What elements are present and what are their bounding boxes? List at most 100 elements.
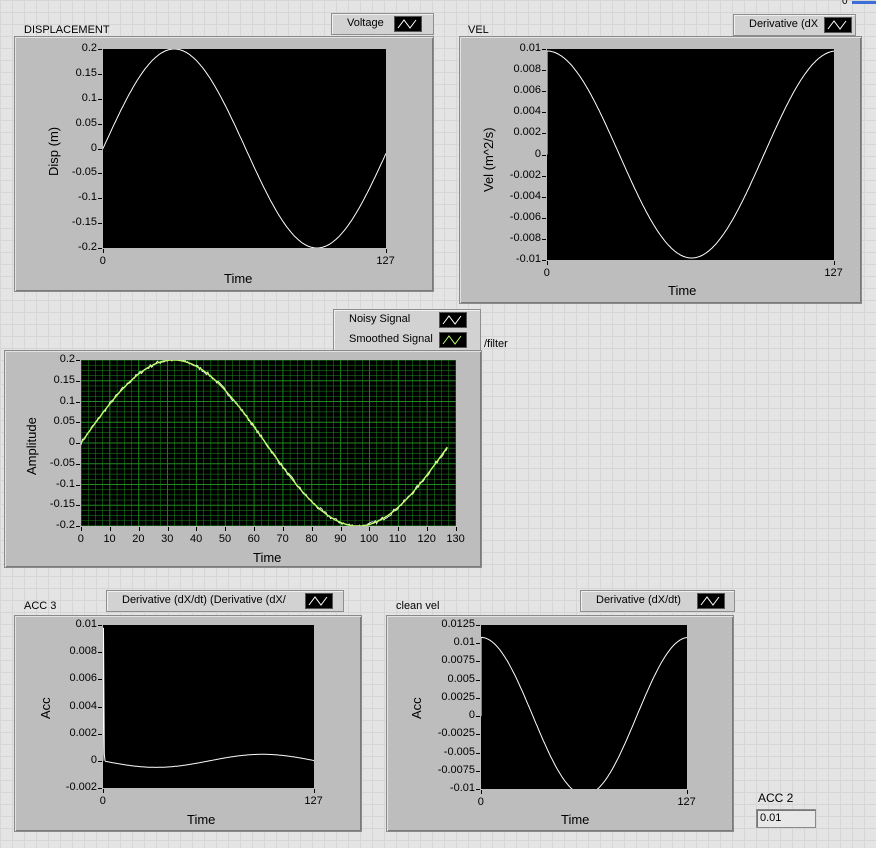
top-right-scale-marker — [852, 1, 876, 4]
acc2-label: ACC 2 — [758, 791, 794, 805]
legend-entry[interactable]: Derivative (dX/dt) (Derivative (dX/ — [107, 591, 343, 611]
y-tick-mark — [76, 443, 80, 444]
x-tick-label: 80 — [305, 533, 318, 545]
plot-swatch-icon — [394, 16, 422, 32]
acc3-plot-area[interactable] — [103, 625, 314, 788]
y-tick-label: -0.006 — [509, 210, 541, 223]
legend-entry[interactable]: Derivative (dX/dt) — [581, 591, 734, 611]
y-tick-mark — [98, 149, 102, 150]
x-tick-label: 50 — [218, 533, 232, 545]
filter-label-fragment: /filter — [484, 338, 508, 350]
x-tick-label: 100 — [359, 533, 379, 545]
clean-vel-plot-area[interactable] — [481, 625, 687, 789]
x-tick-mark — [103, 249, 104, 253]
x-tick-mark — [341, 527, 342, 531]
x-tick-mark — [369, 527, 370, 531]
x-tick-label: 60 — [247, 533, 260, 545]
y-tick-mark — [542, 176, 546, 177]
y-tick-label: 0.006 — [69, 672, 97, 685]
x-axis-label: Time — [187, 812, 216, 827]
legend-entry-noisy[interactable]: Noisy Signal — [334, 310, 480, 330]
plot-swatch-icon — [824, 17, 852, 33]
y-tick-mark — [542, 91, 546, 92]
x-tick-label: 90 — [334, 533, 347, 545]
y-tick-label: 0.008 — [69, 645, 97, 658]
x-tick-label: 30 — [161, 533, 174, 545]
y-tick-mark — [98, 223, 102, 224]
acc3-label: ACC 3 — [24, 600, 57, 612]
x-tick-mark — [110, 527, 111, 531]
y-tick-mark — [76, 464, 80, 465]
x-tick-mark — [283, 527, 284, 531]
y-tick-mark — [476, 771, 480, 772]
y-tick-mark — [476, 643, 480, 644]
filter-plot-area[interactable] — [81, 360, 456, 526]
y-tick-mark — [76, 402, 80, 403]
legend-entry[interactable]: Derivative (dX — [734, 15, 855, 35]
y-tick-label: 0 — [468, 709, 475, 722]
y-tick-mark — [542, 70, 546, 71]
vel-plot-area[interactable] — [547, 49, 834, 260]
y-tick-label: -0.002 — [65, 781, 97, 793]
x-tick-label: 10 — [103, 533, 116, 545]
y-tick-mark — [98, 707, 102, 708]
plot-swatch-icon — [305, 593, 333, 609]
y-tick-mark — [542, 112, 546, 113]
y-tick-label: -0.01 — [449, 782, 475, 794]
y-tick-mark — [76, 360, 80, 361]
plot-swatch-icon — [439, 332, 467, 348]
y-tick-mark — [98, 173, 102, 174]
displacement-legend[interactable]: Voltage — [331, 13, 434, 35]
acceleration-trace — [103, 627, 314, 768]
y-tick-label: 0.01 — [453, 636, 475, 649]
y-tick-mark — [542, 197, 546, 198]
y-tick-label: -0.15 — [71, 216, 97, 229]
y-tick-label: 0.2 — [59, 353, 75, 365]
y-tick-mark — [476, 625, 480, 626]
y-tick-label: 0.01 — [75, 618, 97, 630]
velocity-trace — [547, 50, 834, 259]
x-tick-mark — [312, 527, 313, 531]
y-tick-label: -0.2 — [56, 519, 75, 531]
y-tick-label: 0.1 — [81, 91, 97, 104]
x-tick-label: 0 — [99, 255, 106, 267]
y-tick-label: 0.0125 — [441, 618, 475, 630]
acc2-indicator[interactable]: 0.01 — [756, 809, 816, 828]
legend-text: Noisy Signal — [349, 313, 411, 325]
plot-swatch-icon — [697, 593, 725, 609]
y-axis-label: Acc — [38, 697, 53, 719]
y-tick-mark — [542, 133, 546, 134]
y-tick-mark — [76, 485, 80, 486]
x-tick-label: 127 — [824, 267, 843, 279]
clean-vel-legend[interactable]: Derivative (dX/dt) — [580, 590, 735, 612]
legend-text: Smoothed Signal — [349, 333, 433, 345]
y-tick-mark — [76, 505, 80, 506]
y-tick-label: 0.008 — [513, 63, 541, 76]
y-tick-label: -0.01 — [515, 253, 541, 265]
y-tick-mark — [476, 661, 480, 662]
x-tick-label: 0 — [77, 533, 84, 545]
acc3-legend[interactable]: Derivative (dX/dt) (Derivative (dX/ — [106, 590, 344, 612]
clean-velocity-trace — [481, 636, 687, 789]
legend-entry-smoothed[interactable]: Smoothed Signal — [334, 330, 480, 350]
x-tick-mark — [314, 789, 315, 793]
displacement-plot-area[interactable] — [103, 49, 386, 248]
y-tick-label: 0.004 — [513, 105, 541, 118]
x-tick-label: 120 — [417, 533, 436, 545]
y-tick-label: 0.01 — [519, 42, 541, 54]
y-tick-label: 0.006 — [513, 84, 541, 97]
top-right-scale-fragment: 0 — [842, 0, 848, 7]
y-tick-label: -0.0075 — [437, 763, 475, 776]
legend-entry[interactable]: Voltage — [332, 14, 433, 34]
y-axis-label: Disp (m) — [46, 126, 61, 176]
x-tick-label: 0 — [477, 796, 484, 808]
y-tick-mark — [98, 679, 102, 680]
filter-legend[interactable]: Noisy Signal Smoothed Signal — [333, 309, 481, 351]
vel-legend[interactable]: Derivative (dX — [733, 14, 856, 36]
y-tick-mark — [542, 155, 546, 156]
y-tick-mark — [98, 49, 102, 50]
y-tick-label: 0.2 — [81, 42, 97, 54]
y-tick-mark — [98, 625, 102, 626]
y-tick-mark — [76, 422, 80, 423]
y-tick-label: 0.15 — [75, 66, 97, 79]
